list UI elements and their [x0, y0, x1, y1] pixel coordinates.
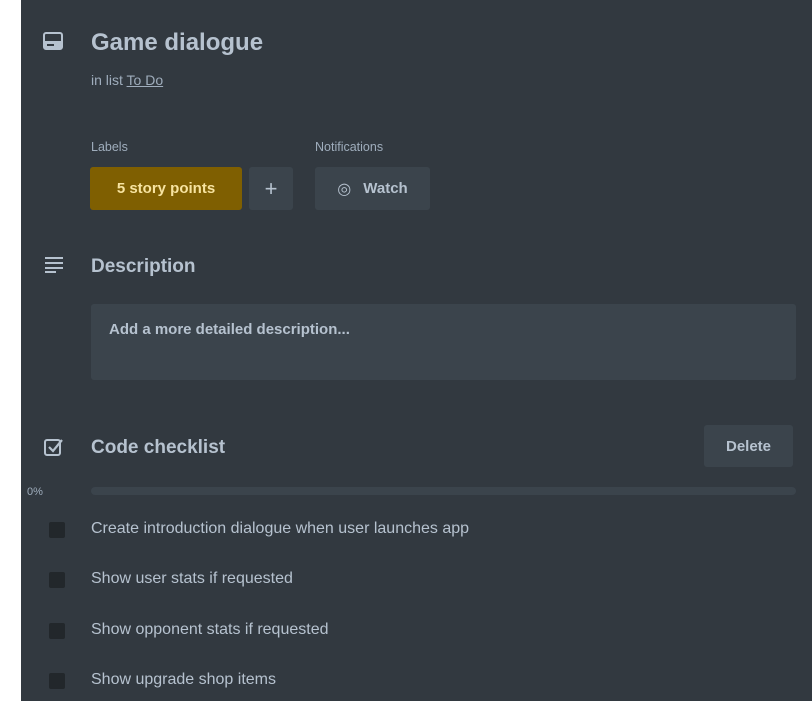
list-breadcrumb: in list To Do [91, 72, 163, 88]
description-heading: Description [91, 256, 196, 277]
checklist-icon [44, 439, 63, 456]
checklist-title[interactable]: Code checklist [91, 437, 225, 459]
checklist-item-text[interactable]: Create introduction dialogue when user l… [91, 520, 469, 538]
checklist-item-text[interactable]: Show upgrade shop items [91, 671, 276, 689]
checkbox[interactable] [49, 522, 65, 538]
watch-button[interactable]: ◎ Watch [315, 167, 430, 210]
checkbox[interactable] [49, 572, 65, 588]
checklist-item-text[interactable]: Show opponent stats if requested [91, 621, 329, 639]
checkbox[interactable] [49, 623, 65, 639]
card-detail-panel: Game dialogue in list To Do Labels Notif… [21, 0, 812, 701]
checkbox[interactable] [49, 673, 65, 689]
description-input[interactable]: Add a more detailed description... [91, 304, 796, 380]
progress-bar [91, 487, 796, 495]
label-story-points[interactable]: 5 story points [90, 167, 242, 210]
progress-percent: 0% [27, 486, 43, 498]
checklist-item: Create introduction dialogue when user l… [21, 515, 812, 545]
checklist-item: Show opponent stats if requested [21, 616, 812, 646]
labels-heading: Labels [91, 140, 128, 154]
card-icon [43, 32, 63, 50]
notifications-heading: Notifications [315, 140, 384, 154]
delete-checklist-button[interactable]: Delete [704, 425, 793, 467]
add-label-button[interactable]: + [249, 167, 293, 210]
description-icon [45, 257, 63, 273]
eye-icon: ◎ [337, 180, 352, 198]
card-title[interactable]: Game dialogue [91, 29, 263, 57]
checklist-item-text[interactable]: Show user stats if requested [91, 570, 293, 588]
in-list-prefix: in list [91, 72, 127, 88]
checklist-item: Show user stats if requested [21, 565, 812, 595]
list-link[interactable]: To Do [127, 72, 164, 88]
watch-label: Watch [363, 180, 408, 197]
checklist-item: Show upgrade shop items [21, 666, 812, 696]
